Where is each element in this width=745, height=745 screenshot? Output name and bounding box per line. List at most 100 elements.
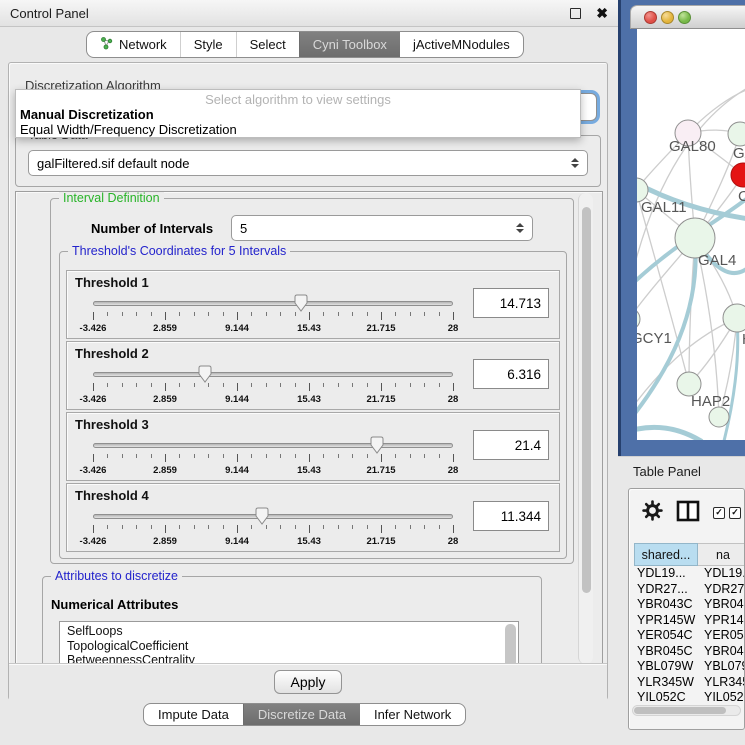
column-header-name[interactable]: na xyxy=(698,543,745,566)
network-node[interactable] xyxy=(709,407,729,427)
tab-cyni-toolbox[interactable]: Cyni Toolbox xyxy=(299,32,400,57)
number-of-intervals-combobox[interactable]: 5 xyxy=(231,215,533,241)
table-data-combobox[interactable]: galFiltered.sif default node xyxy=(28,150,588,176)
network-node-label: GCY1 xyxy=(637,330,672,347)
attribute-list-item[interactable]: SelfLoops xyxy=(67,624,518,639)
minimize-traffic-light-icon[interactable] xyxy=(661,11,674,24)
column-header-shared-name[interactable]: shared... xyxy=(634,543,698,566)
table-row[interactable]: YDR27...YDR27... xyxy=(634,582,745,598)
cell-shared-name[interactable]: YBL079W xyxy=(634,659,698,675)
network-window-titlebar[interactable] xyxy=(630,5,745,29)
slider-track[interactable] xyxy=(93,301,453,306)
cell-shared-name[interactable]: YIL052C xyxy=(634,690,698,706)
cell-name[interactable]: YLR345W xyxy=(698,675,745,691)
table-row[interactable]: YER054CYER054C xyxy=(634,628,745,644)
threshold-panel: Threshold 3-3.4262.8599.14415.4321.71528 xyxy=(66,412,560,481)
network-node[interactable] xyxy=(723,304,745,332)
tab-style[interactable]: Style xyxy=(180,32,236,57)
cell-name[interactable]: YIL052C xyxy=(698,690,745,706)
table-row[interactable]: YDL19...YDL19... xyxy=(634,566,745,582)
cell-shared-name[interactable]: YPR145W xyxy=(634,613,698,629)
tab-infer-network[interactable]: Infer Network xyxy=(360,704,465,725)
slider-tick-labels: -3.4262.8599.14415.4321.71528 xyxy=(93,536,453,547)
network-node[interactable] xyxy=(728,122,745,146)
bottom-tab-bar: Impute Data Discretize Data Infer Networ… xyxy=(143,703,466,726)
panel-scrollbar[interactable] xyxy=(578,193,593,664)
network-edge[interactable] xyxy=(637,190,689,384)
thresholds-list: Threshold 1-3.4262.8599.14415.4321.71528… xyxy=(66,270,560,554)
cell-name[interactable]: YDL19... xyxy=(698,566,745,582)
zoom-traffic-light-icon[interactable] xyxy=(678,11,691,24)
close-icon[interactable]: ✖ xyxy=(596,8,608,19)
attributes-list-scrollbar[interactable] xyxy=(505,624,516,665)
network-edge[interactable] xyxy=(637,427,701,440)
checkbox-icon[interactable]: ✓ xyxy=(713,507,725,519)
cell-name[interactable]: YBL079W xyxy=(698,659,745,675)
slider-track[interactable] xyxy=(93,443,453,448)
network-node-label: HAP2 xyxy=(691,393,730,410)
checkbox-icon[interactable]: ✓ xyxy=(729,507,741,519)
table-row[interactable]: YBL079WYBL079W xyxy=(634,659,745,675)
table-header-row: shared... na xyxy=(634,543,745,566)
cell-shared-name[interactable]: YBR043C xyxy=(634,597,698,613)
cell-shared-name[interactable]: YLR345W xyxy=(634,675,698,691)
tab-discretize-data[interactable]: Discretize Data xyxy=(243,704,360,725)
dropdown-option-manual[interactable]: Manual Discretization xyxy=(16,107,580,122)
cell-name[interactable]: YBR043C xyxy=(698,597,745,613)
numerical-attributes-label: Numerical Attributes xyxy=(51,597,178,612)
threshold-label: Threshold 2 xyxy=(75,346,149,361)
cell-name[interactable]: YDR27... xyxy=(698,582,745,598)
threshold-value-field[interactable] xyxy=(473,430,549,460)
close-traffic-light-icon[interactable] xyxy=(644,11,657,24)
table-row[interactable]: YLR345WYLR345W xyxy=(634,675,745,691)
network-canvas[interactable]: GAL80GACGAL11GAL4GCY1HHAP2 xyxy=(637,29,745,440)
cell-shared-name[interactable]: YER054C xyxy=(634,628,698,644)
slider-track[interactable] xyxy=(93,372,453,377)
threshold-value-field[interactable] xyxy=(473,359,549,389)
attributes-list[interactable]: SelfLoopsTopologicalCoefficientBetweenne… xyxy=(59,621,519,665)
float-window-icon[interactable] xyxy=(570,8,581,19)
table-hscrollbar-thumb[interactable] xyxy=(634,707,726,714)
table-row[interactable]: YBR043CYBR043C xyxy=(634,597,745,613)
threshold-slider[interactable]: -3.4262.8599.14415.4321.71528 xyxy=(93,437,453,479)
table-data-selected-value: galFiltered.sif default node xyxy=(37,156,189,171)
tab-select[interactable]: Select xyxy=(236,32,299,57)
cell-shared-name[interactable]: YBR045C xyxy=(634,644,698,660)
split-columns-icon[interactable] xyxy=(676,500,700,527)
threshold-slider[interactable]: -3.4262.8599.14415.4321.71528 xyxy=(93,295,453,337)
table-horizontal-scrollbar[interactable] xyxy=(632,705,741,716)
tab-label: Style xyxy=(194,37,223,52)
attributes-group: Attributes to discretize Numerical Attri… xyxy=(42,576,542,665)
network-icon xyxy=(100,37,113,53)
tab-impute-data[interactable]: Impute Data xyxy=(144,704,243,725)
attribute-list-item[interactable]: TopologicalCoefficient xyxy=(67,639,518,654)
dropdown-option-equal-width[interactable]: Equal Width/Frequency Discretization xyxy=(16,122,580,137)
tab-network[interactable]: Network xyxy=(87,32,180,57)
threshold-value-field[interactable] xyxy=(473,288,549,318)
table-data-group: Table Data galFiltered.sif default node xyxy=(15,135,601,187)
cell-name[interactable]: YBR045C xyxy=(698,644,745,660)
table-row[interactable]: YIL052CYIL052C xyxy=(634,690,745,706)
threshold-value-field[interactable] xyxy=(473,501,549,531)
threshold-slider[interactable]: -3.4262.8599.14415.4321.71528 xyxy=(93,366,453,408)
tab-label: Infer Network xyxy=(374,707,451,722)
tab-jactivemnodules[interactable]: jActiveMNodules xyxy=(400,32,523,57)
slider-track[interactable] xyxy=(93,514,453,519)
slider-tick-labels: -3.4262.8599.14415.4321.71528 xyxy=(93,323,453,334)
top-tab-bar: Network Style Select Cyni Toolbox jActiv… xyxy=(86,31,524,58)
cell-name[interactable]: YPR145W xyxy=(698,613,745,629)
slider-ticks xyxy=(93,312,453,321)
cell-shared-name[interactable]: YDR27... xyxy=(634,582,698,598)
panel-scrollbar-thumb[interactable] xyxy=(582,207,591,593)
gear-icon[interactable] xyxy=(642,500,663,526)
table-row[interactable]: YPR145WYPR145W xyxy=(634,613,745,629)
table-row[interactable]: YBR045CYBR045C xyxy=(634,644,745,660)
cell-shared-name[interactable]: YDL19... xyxy=(634,566,698,582)
network-node[interactable] xyxy=(637,308,640,330)
table-rows: YDL19...YDL19...YDR27...YDR27...YBR043CY… xyxy=(634,566,745,706)
dropdown-placeholder-option[interactable]: Select algorithm to view settings xyxy=(16,92,580,107)
apply-button[interactable]: Apply xyxy=(274,670,342,694)
apply-button-bar: Apply xyxy=(9,663,607,700)
threshold-slider[interactable]: -3.4262.8599.14415.4321.71528 xyxy=(93,508,453,550)
cell-name[interactable]: YER054C xyxy=(698,628,745,644)
